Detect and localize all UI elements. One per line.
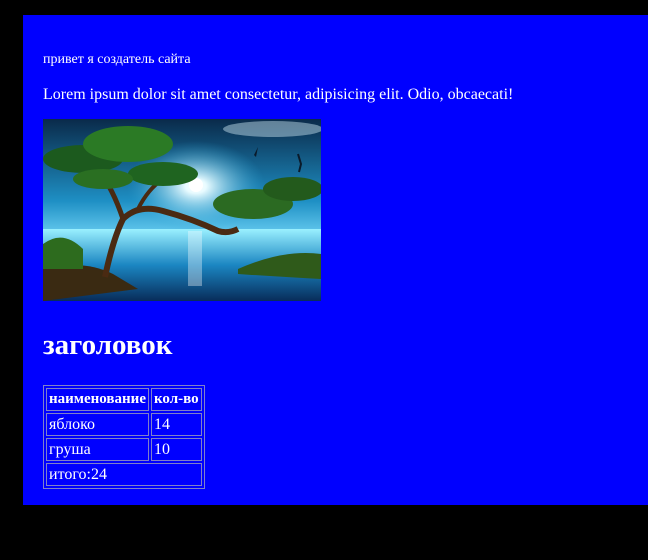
greeting-text: привет я создатель сайта (43, 52, 191, 67)
table-header-row: наименование кол-во (46, 388, 202, 411)
table-total-row: итого:24 (46, 463, 202, 486)
table-row: яблоко 14 (46, 413, 202, 436)
table-cell-qty: 10 (150, 438, 202, 461)
table-cell-qty: 14 (150, 413, 202, 436)
table-cell-name: яблоко (46, 413, 149, 436)
page-content: привет я создатель сайта Lorem ipsum dol… (23, 15, 648, 505)
page-heading: заголовок (43, 329, 173, 361)
table-cell-name: груша (46, 438, 149, 461)
items-table-wrapper: наименование кол-во яблоко 14 груша 10 и… (43, 385, 205, 489)
table-header-name: наименование (46, 388, 149, 411)
intro-paragraph: Lorem ipsum dolor sit amet consectetur, … (43, 86, 514, 103)
hero-image (43, 119, 321, 301)
table-total-cell: итого:24 (46, 463, 202, 486)
items-table: наименование кол-во яблоко 14 груша 10 и… (43, 385, 205, 489)
table-row: груша 10 (46, 438, 202, 461)
table-header-qty: кол-во (150, 388, 202, 411)
